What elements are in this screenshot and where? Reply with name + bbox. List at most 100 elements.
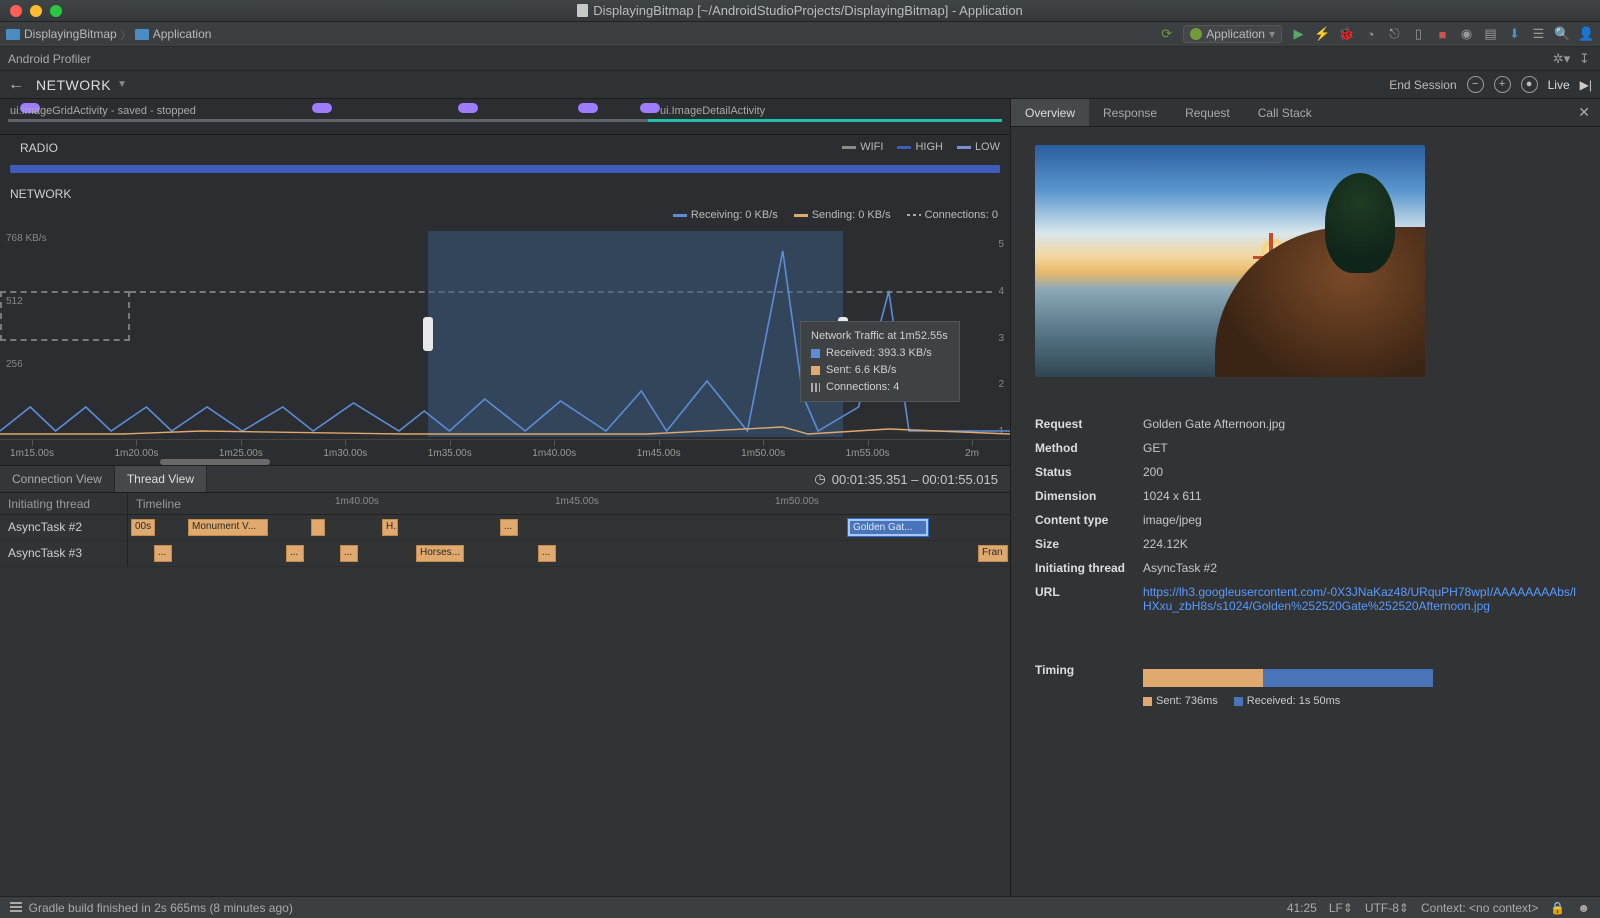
add-session-button[interactable]: + bbox=[1494, 76, 1511, 93]
legend-receiving: Receiving: 0 KB/s bbox=[673, 209, 778, 221]
detail-row: RequestGolden Gate Afternoon.jpg bbox=[1035, 417, 1576, 431]
detail-value[interactable]: https://lh3.googleusercontent.com/-0X3JN… bbox=[1143, 585, 1576, 613]
detail-row: Content typeimage/jpeg bbox=[1035, 513, 1576, 527]
time-tick: 1m55.00s bbox=[846, 448, 890, 459]
breadcrumb-module[interactable]: Application bbox=[135, 27, 212, 41]
close-detail-button[interactable]: ✕ bbox=[1568, 104, 1600, 121]
thread-lane[interactable]: ......... Horses...... Fran bbox=[128, 541, 1010, 566]
thread-name: AsyncTask #3 bbox=[0, 541, 128, 566]
detail-key: Status bbox=[1035, 465, 1143, 479]
live-label: Live bbox=[1548, 78, 1570, 92]
document-icon bbox=[577, 4, 588, 17]
folder-icon bbox=[6, 29, 20, 40]
request-bar[interactable]: ... bbox=[154, 545, 172, 562]
time-axis: 1m15.00s1m20.00s1m25.00s1m30.00s1m35.00s… bbox=[0, 439, 1010, 465]
run-config-selector[interactable]: Application▾ bbox=[1183, 25, 1282, 43]
timeline-scrollbar[interactable] bbox=[160, 459, 270, 465]
inspect-icon[interactable]: ☻ bbox=[1577, 901, 1590, 915]
request-bar[interactable] bbox=[311, 519, 325, 536]
profile-button[interactable]: ◔ bbox=[1363, 27, 1378, 42]
stop-button[interactable]: ■ bbox=[1435, 27, 1450, 42]
detail-key: Size bbox=[1035, 537, 1143, 551]
clock-icon: ◷ bbox=[814, 471, 825, 487]
tab-connection-view[interactable]: Connection View bbox=[0, 466, 115, 492]
detail-row: Dimension1024 x 611 bbox=[1035, 489, 1576, 503]
thread-lane[interactable]: 00s Monument V... H...... Golden Gat... bbox=[128, 515, 1010, 540]
layout-inspector-icon[interactable]: ◉ bbox=[1459, 27, 1474, 42]
tab-response[interactable]: Response bbox=[1089, 99, 1171, 126]
sdk-icon[interactable]: ⬇ bbox=[1507, 27, 1522, 42]
line-separator[interactable]: LF⇕ bbox=[1329, 901, 1353, 915]
time-tick: 1m45.00s bbox=[637, 448, 681, 459]
avd-icon[interactable]: ▤ bbox=[1483, 27, 1498, 42]
attach-debugger-icon[interactable]: ⎋ bbox=[1387, 27, 1402, 42]
toolwindow-title: Android Profiler bbox=[8, 52, 91, 66]
menu-icon[interactable] bbox=[10, 902, 22, 912]
detail-row: Initiating threadAsyncTask #2 bbox=[1035, 561, 1576, 575]
detail-key: Content type bbox=[1035, 513, 1143, 527]
profiler-left-pane: ui.ImageGridActivity - saved - stopped u… bbox=[0, 99, 1010, 896]
debug-button[interactable]: 🐞 bbox=[1339, 27, 1354, 42]
request-bar[interactable]: Horses... bbox=[416, 545, 464, 562]
tab-request[interactable]: Request bbox=[1171, 99, 1244, 126]
detail-row: MethodGET bbox=[1035, 441, 1576, 455]
time-tick: 1m25.00s bbox=[219, 448, 263, 459]
avatar-icon[interactable]: 👤 bbox=[1579, 27, 1594, 42]
profiler-bar: ← NETWORK▼ End Session − + ● Live ▶| bbox=[0, 71, 1600, 99]
run-button[interactable]: ▶ bbox=[1291, 27, 1306, 42]
detail-row: Status200 bbox=[1035, 465, 1576, 479]
minimize-icon[interactable]: ↧ bbox=[1577, 51, 1592, 66]
request-bar[interactable]: 00s bbox=[131, 519, 155, 536]
response-preview-image bbox=[1035, 145, 1425, 377]
request-bar[interactable]: ... bbox=[500, 519, 518, 536]
request-bar[interactable]: Fran bbox=[978, 545, 1008, 562]
request-bar[interactable]: ... bbox=[538, 545, 556, 562]
detail-value: image/jpeg bbox=[1143, 513, 1576, 527]
search-icon[interactable]: 🔍 bbox=[1555, 27, 1570, 42]
request-bar[interactable]: H... bbox=[382, 519, 398, 536]
android-icon bbox=[1190, 28, 1202, 40]
tab-overview[interactable]: Overview bbox=[1011, 99, 1089, 126]
back-button[interactable]: ← bbox=[8, 76, 24, 94]
lock-icon[interactable]: 🔒 bbox=[1550, 901, 1565, 915]
request-bar[interactable]: ... bbox=[340, 545, 358, 562]
structure-icon[interactable]: ☰ bbox=[1531, 27, 1546, 42]
detail-value: 200 bbox=[1143, 465, 1576, 479]
profiler-section[interactable]: NETWORK▼ bbox=[36, 77, 127, 93]
time-tick: 1m50.00s bbox=[741, 448, 785, 459]
toolwindow-header: Android Profiler ✲▾ ↧ bbox=[0, 47, 1600, 71]
col-initiating-thread: Initiating thread bbox=[0, 493, 128, 514]
file-encoding[interactable]: UTF-8⇕ bbox=[1365, 901, 1409, 915]
sync-icon[interactable]: ⟳ bbox=[1159, 27, 1174, 42]
detail-key: Initiating thread bbox=[1035, 561, 1143, 575]
time-tick: 1m15.00s bbox=[10, 448, 54, 459]
record-button[interactable]: ● bbox=[1521, 76, 1538, 93]
request-bar[interactable]: ... bbox=[286, 545, 304, 562]
detail-value: Golden Gate Afternoon.jpg bbox=[1143, 417, 1576, 431]
activity-a-label: ui.ImageGridActivity - saved - stopped bbox=[10, 105, 196, 117]
device-icon[interactable]: ▯ bbox=[1411, 27, 1426, 42]
network-chart[interactable]: Receiving: 0 KB/s Sending: 0 KB/s Connec… bbox=[0, 215, 1010, 465]
remove-session-button[interactable]: − bbox=[1467, 76, 1484, 93]
apply-changes-button[interactable]: ⚡ bbox=[1315, 27, 1330, 42]
breadcrumb-project[interactable]: DisplayingBitmap bbox=[6, 27, 117, 41]
detail-value: AsyncTask #2 bbox=[1143, 561, 1576, 575]
gear-icon[interactable]: ✲▾ bbox=[1554, 51, 1569, 66]
caret-position[interactable]: 41:25 bbox=[1287, 901, 1317, 915]
request-bar[interactable]: Monument V... bbox=[188, 519, 268, 536]
timing-bar bbox=[1143, 669, 1433, 687]
folder-icon bbox=[135, 29, 149, 40]
detail-key: Dimension bbox=[1035, 489, 1143, 503]
legend-high: HIGH bbox=[897, 141, 943, 153]
hover-tooltip: Network Traffic at 1m52.55s Received: 39… bbox=[800, 321, 960, 402]
request-bar[interactable]: Golden Gat... bbox=[848, 519, 928, 536]
tab-callstack[interactable]: Call Stack bbox=[1244, 99, 1326, 126]
tab-thread-view[interactable]: Thread View bbox=[115, 466, 207, 492]
go-live-button[interactable]: ▶| bbox=[1580, 78, 1592, 92]
radio-title: RADIO bbox=[10, 135, 68, 159]
thread-view: Initiating thread Timeline 1m40.00s 1m45… bbox=[0, 493, 1010, 896]
end-session-button[interactable]: End Session bbox=[1389, 78, 1456, 92]
context-label[interactable]: Context: <no context> bbox=[1421, 901, 1538, 915]
status-bar: Gradle build finished in 2s 665ms (8 min… bbox=[0, 896, 1600, 918]
time-tick: 1m20.00s bbox=[114, 448, 158, 459]
